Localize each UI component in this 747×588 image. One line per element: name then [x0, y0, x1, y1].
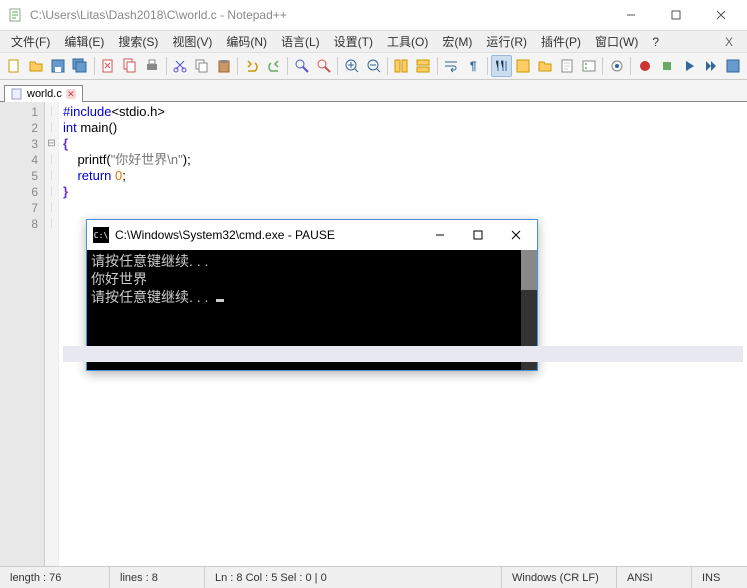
file-icon [11, 88, 23, 100]
copy-icon[interactable] [192, 55, 213, 77]
fast-icon[interactable] [700, 55, 721, 77]
app-titlebar: C:\Users\Litas\Dash2018\C\world.c - Note… [0, 0, 747, 30]
show-all-chars-icon[interactable]: ¶ [463, 55, 484, 77]
open-file-icon[interactable] [26, 55, 47, 77]
stop-icon[interactable] [656, 55, 677, 77]
menu-plugins[interactable]: 插件(P) [534, 31, 588, 52]
cmd-line: 你好世界 [91, 270, 533, 288]
monitor-icon[interactable] [606, 55, 627, 77]
replace-icon[interactable] [313, 55, 334, 77]
redo-icon[interactable] [263, 55, 284, 77]
cmd-scroll-thumb[interactable] [521, 250, 537, 290]
close-button[interactable] [698, 0, 743, 30]
sync-h-icon[interactable] [413, 55, 434, 77]
menu-search[interactable]: 搜索(S) [111, 31, 165, 52]
cursor-icon [216, 299, 224, 302]
new-file-icon[interactable] [4, 55, 25, 77]
status-mode: INS [692, 567, 747, 588]
zoom-out-icon[interactable] [363, 55, 384, 77]
menu-macro[interactable]: 宏(M) [435, 31, 479, 52]
menu-view[interactable]: 视图(V) [165, 31, 219, 52]
sync-v-icon[interactable] [391, 55, 412, 77]
menu-encoding[interactable]: 编码(N) [219, 31, 274, 52]
minimize-button[interactable] [608, 0, 653, 30]
tab-file[interactable]: world.c ✕ [4, 85, 83, 102]
status-encoding: ANSI [617, 567, 692, 588]
cut-icon[interactable] [170, 55, 191, 77]
folder-icon[interactable] [535, 55, 556, 77]
menu-language[interactable]: 语言(L) [274, 31, 327, 52]
status-eol: Windows (CR LF) [502, 567, 617, 588]
close-file-icon[interactable] [98, 55, 119, 77]
menu-close-x[interactable]: X [715, 35, 743, 49]
tab-label: world.c [27, 88, 62, 100]
print-icon[interactable] [142, 55, 163, 77]
window-title: C:\Users\Litas\Dash2018\C\world.c - Note… [30, 8, 287, 22]
menu-edit[interactable]: 编辑(E) [57, 31, 111, 52]
fold-column[interactable]: ||⊟||||| [45, 102, 59, 585]
undo-icon[interactable] [241, 55, 262, 77]
tab-bar: world.c ✕ [0, 80, 747, 102]
status-position: Ln : 8 Col : 5 Sel : 0 | 0 [205, 567, 502, 588]
lang-icon[interactable] [513, 55, 534, 77]
status-bar: length : 76 lines : 8 Ln : 8 Col : 5 Sel… [0, 566, 747, 588]
menu-help[interactable]: ? [645, 33, 666, 51]
menu-settings[interactable]: 设置(T) [327, 31, 380, 52]
tab-close-icon[interactable]: ✕ [66, 89, 76, 99]
menu-tools[interactable]: 工具(O) [380, 31, 435, 52]
zoom-in-icon[interactable] [341, 55, 362, 77]
cmd-line: 请按任意键继续. . . [91, 288, 533, 306]
record-icon[interactable] [634, 55, 655, 77]
play-icon[interactable] [678, 55, 699, 77]
cmd-line: 请按任意键继续. . . [91, 252, 533, 270]
paste-icon[interactable] [213, 55, 234, 77]
line-gutter: 12345678 [0, 102, 45, 585]
find-icon[interactable] [291, 55, 312, 77]
menu-window[interactable]: 窗口(W) [588, 31, 645, 52]
status-lines: lines : 8 [110, 567, 205, 588]
save-macro-icon[interactable] [722, 55, 743, 77]
menu-bar: 文件(F) 编辑(E) 搜索(S) 视图(V) 编码(N) 语言(L) 设置(T… [0, 30, 747, 52]
doc-map-icon[interactable] [557, 55, 578, 77]
menu-run[interactable]: 运行(R) [479, 31, 534, 52]
menu-file[interactable]: 文件(F) [4, 31, 57, 52]
close-all-icon[interactable] [120, 55, 141, 77]
indent-guide-icon[interactable] [491, 55, 512, 77]
status-length: length : 76 [0, 567, 110, 588]
toolbar: ¶ [0, 52, 747, 80]
app-icon [8, 7, 24, 23]
func-list-icon[interactable] [579, 55, 600, 77]
save-icon[interactable] [48, 55, 69, 77]
wrap-icon[interactable] [441, 55, 462, 77]
save-all-icon[interactable] [70, 55, 91, 77]
maximize-button[interactable] [653, 0, 698, 30]
